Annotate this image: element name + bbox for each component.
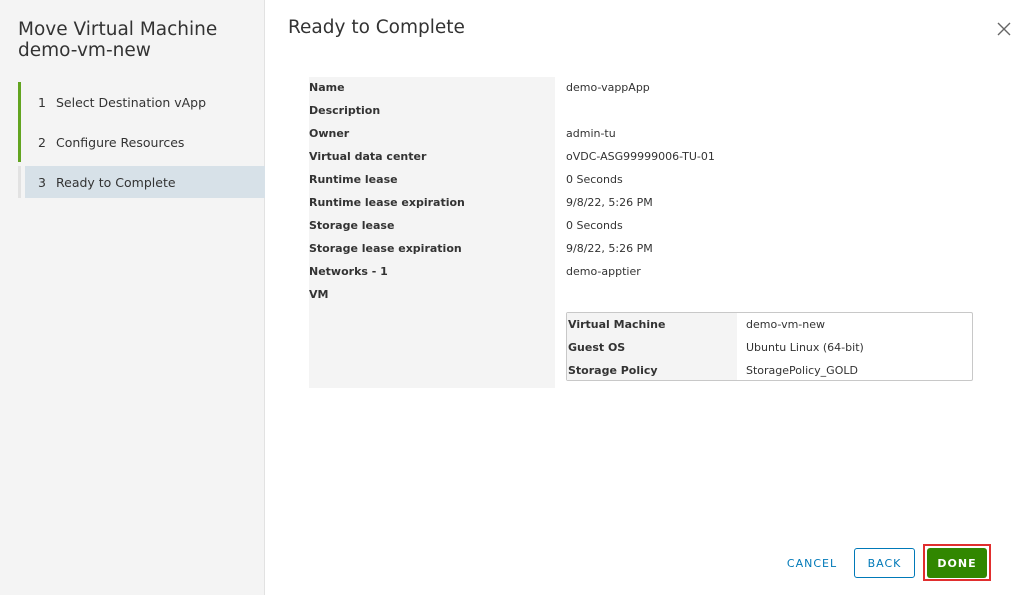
vm-value: Ubuntu Linux (64-bit)	[746, 341, 864, 354]
vm-row-virtual-machine: Virtual Machine demo-vm-new	[567, 313, 972, 336]
property-value: demo-apptier	[566, 265, 641, 278]
vm-details-table: Virtual Machine demo-vm-new Guest OS Ubu…	[566, 312, 973, 381]
property-row-networks: Networks - 1 demo-apptier	[309, 261, 975, 284]
step-label: Ready to Complete	[56, 174, 176, 190]
property-label: Virtual data center	[309, 150, 427, 163]
property-row-storage-lease: Storage lease 0 Seconds	[309, 215, 975, 238]
vm-row-guest-os: Guest OS Ubuntu Linux (64-bit)	[567, 336, 972, 359]
vm-value: demo-vm-new	[746, 318, 826, 331]
wizard-steps: 1 Select Destination vApp 2 Configure Re…	[18, 82, 265, 198]
property-row-runtime-lease: Runtime lease 0 Seconds	[309, 169, 975, 192]
property-label: Description	[309, 104, 381, 117]
property-value: 9/8/22, 5:26 PM	[566, 196, 653, 209]
vm-row-storage-policy: Storage Policy StoragePolicy_GOLD	[567, 359, 972, 382]
step-label: Select Destination vApp	[56, 94, 207, 110]
property-value: oVDC-ASG99999006-TU-01	[566, 150, 715, 163]
property-label: Name	[309, 81, 345, 94]
step-number: 2	[38, 134, 46, 150]
vm-label: Guest OS	[568, 341, 626, 354]
step-select-destination-vapp[interactable]: 1 Select Destination vApp	[18, 82, 265, 122]
property-label: Networks - 1	[309, 265, 388, 278]
property-label: VM	[309, 288, 329, 301]
property-label: Owner	[309, 127, 350, 140]
property-row-vm: VM	[309, 284, 975, 307]
property-row-owner: Owner admin-tu	[309, 123, 975, 146]
step-configure-resources[interactable]: 2 Configure Resources	[18, 122, 265, 162]
property-label: Storage lease	[309, 219, 395, 232]
property-row-runtime-lease-expiration: Runtime lease expiration 9/8/22, 5:26 PM	[309, 192, 975, 215]
close-button[interactable]	[995, 20, 1013, 38]
property-value: 9/8/22, 5:26 PM	[566, 242, 653, 255]
property-value: 0 Seconds	[566, 219, 623, 232]
property-label: Storage lease expiration	[309, 242, 462, 255]
property-row-description: Description	[309, 100, 975, 123]
page-title: Ready to Complete	[288, 17, 465, 38]
property-label: Runtime lease expiration	[309, 196, 465, 209]
step-ready-to-complete[interactable]: 3 Ready to Complete	[18, 166, 265, 198]
cancel-button[interactable]: CANCEL	[778, 548, 846, 578]
property-label: Runtime lease	[309, 173, 398, 186]
property-value: admin-tu	[566, 127, 616, 140]
back-button[interactable]: BACK	[854, 548, 915, 578]
vm-value: StoragePolicy_GOLD	[746, 364, 858, 377]
close-icon	[997, 22, 1011, 36]
step-number: 3	[38, 174, 46, 190]
step-label: Configure Resources	[56, 134, 185, 150]
property-row-name: Name demo-vappApp	[309, 77, 975, 100]
done-button[interactable]: DONE	[927, 548, 987, 578]
property-row-virtual-data-center: Virtual data center oVDC-ASG99999006-TU-…	[309, 146, 975, 169]
wizard-title-line1: Move Virtual Machine	[18, 19, 218, 40]
wizard-content: Ready to Complete Name demo-vappApp Desc…	[266, 0, 1024, 595]
property-value: 0 Seconds	[566, 173, 623, 186]
wizard-sidebar: Move Virtual Machine demo-vm-new 1 Selec…	[0, 0, 265, 595]
vm-label: Virtual Machine	[568, 318, 666, 331]
vm-label: Storage Policy	[568, 364, 658, 377]
wizard-title: Move Virtual Machine demo-vm-new	[18, 19, 258, 61]
property-value: demo-vappApp	[566, 81, 650, 94]
step-number: 1	[38, 94, 46, 110]
wizard-title-line2: demo-vm-new	[18, 40, 151, 61]
property-row-storage-lease-expiration: Storage lease expiration 9/8/22, 5:26 PM	[309, 238, 975, 261]
